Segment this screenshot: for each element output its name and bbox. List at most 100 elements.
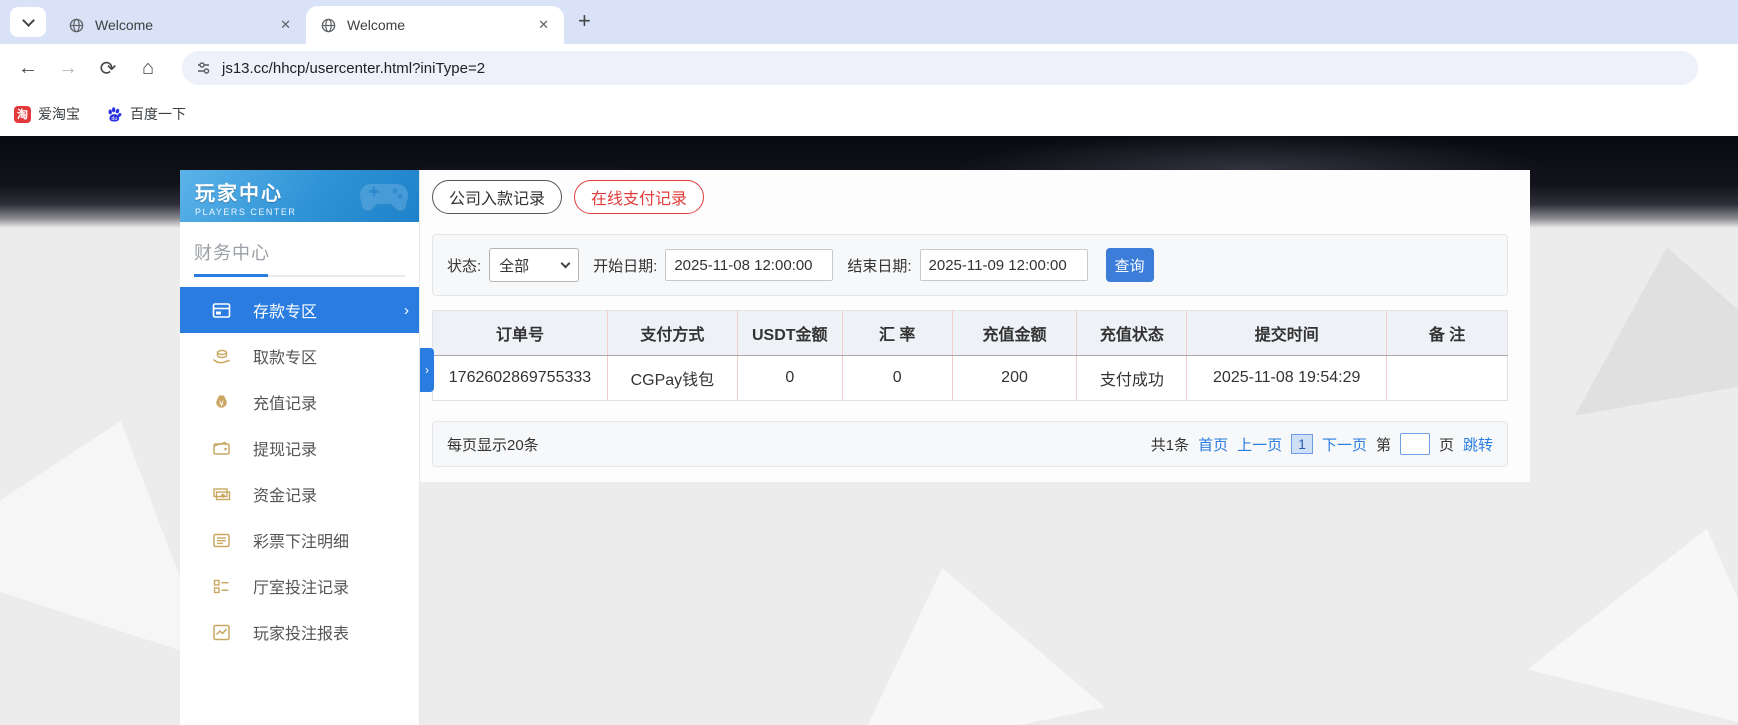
tab-close-icon[interactable]: ✕: [275, 15, 296, 35]
content-container: 玩家中心 PLAYERS CENTER 财务中心 存款专区 › 取款专区 ¥ 充…: [180, 170, 1530, 725]
chevron-right-icon: ›: [404, 301, 409, 319]
end-date-input[interactable]: [919, 249, 1088, 281]
tab-company-deposit-record[interactable]: 公司入款记录: [432, 180, 563, 214]
browser-toolbar: ← → ⟳ ⌂ js13.cc/hhcp/usercenter.html?ini…: [0, 44, 1738, 92]
funds-record-icon: [212, 485, 231, 504]
sidebar-item-label: 提现记录: [253, 442, 318, 459]
sidebar-item-deposit-zone[interactable]: 存款专区 ›: [180, 287, 419, 333]
gamepad-icon: [359, 183, 409, 211]
new-tab-button[interactable]: +: [578, 8, 591, 34]
total-count-text: 共1条: [1150, 436, 1190, 454]
tab-search-button[interactable]: [10, 7, 46, 37]
sidebar-item-player-bet-report[interactable]: 玩家投注报表: [180, 609, 419, 655]
sidebar-item-hall-bet-record[interactable]: 厅室投注记录: [180, 563, 419, 609]
site-settings-icon[interactable]: [196, 60, 212, 76]
payment-record-table: 订单号 支付方式 USDT金额 汇 率 充值金额 充值状态 提交时间 备 注 1…: [432, 310, 1508, 401]
col-submit-time: 提交时间: [1186, 310, 1388, 356]
home-button[interactable]: ⌂: [130, 50, 166, 86]
cell-submit-time: 2025-11-08 19:54:29: [1186, 355, 1388, 401]
withdrawal-record-icon: [212, 439, 231, 458]
col-remark: 备 注: [1386, 310, 1508, 356]
globe-icon: [69, 18, 84, 32]
first-page-link[interactable]: 首页: [1198, 434, 1228, 455]
bookmark-label: 百度一下: [130, 106, 186, 122]
cell-exchange-rate: 0: [842, 355, 953, 401]
start-date-input[interactable]: [665, 249, 834, 281]
browser-tab-strip: Welcome ✕ Welcome ✕ +: [0, 0, 1738, 44]
cell-payment-method: CGPay钱包: [607, 355, 738, 401]
sidebar-item-label: 充值记录: [253, 396, 318, 413]
start-date-label: 开始日期:: [593, 257, 658, 275]
sidebar-item-label: 存款专区: [253, 304, 318, 321]
browser-tab-inactive[interactable]: Welcome ✕: [54, 6, 306, 44]
col-usdt-amount: USDT金额: [737, 310, 843, 356]
table-row: 1762602869755333 CGPay钱包 0 0 200 支付成功 20…: [432, 355, 1508, 401]
search-button[interactable]: 查询: [1105, 248, 1154, 282]
next-page-link[interactable]: 下一页: [1322, 434, 1367, 455]
sidebar-item-withdrawal-record[interactable]: 提现记录: [180, 425, 419, 471]
col-recharge-amount: 充值金额: [952, 310, 1078, 356]
jump-action-link[interactable]: 跳转: [1463, 434, 1493, 455]
cell-recharge-status: 支付成功: [1076, 355, 1188, 401]
sidebar-item-lottery-bet-detail[interactable]: 彩票下注明细: [180, 517, 419, 563]
back-button[interactable]: ←: [10, 50, 46, 86]
finance-center-title: 财务中心: [194, 243, 270, 263]
bookmark-label: 爱淘宝: [38, 106, 80, 122]
forward-button[interactable]: →: [50, 50, 86, 86]
browser-tab-active[interactable]: Welcome ✕: [306, 6, 564, 44]
sidebar-menu: 存款专区 › 取款专区 ¥ 充值记录 提现记录 资金记录 彩票下注明细 厅室投注…: [180, 287, 419, 655]
status-label: 状态:: [447, 257, 482, 275]
url-text: js13.cc/hhcp/usercenter.html?iniType=2: [222, 59, 486, 77]
pagination-controls: 共1条 首页 上一页 1 下一页 第 页 跳转: [1151, 433, 1493, 455]
filter-bar: 状态: 全部 开始日期: 结束日期: 查询: [432, 234, 1508, 296]
decor-triangle: [1548, 226, 1738, 416]
url-bar[interactable]: js13.cc/hhcp/usercenter.html?iniType=2: [182, 51, 1698, 85]
deposit-icon: [212, 301, 231, 320]
chevron-right-icon: ›: [425, 363, 429, 377]
page-jump-input[interactable]: [1399, 433, 1430, 455]
chevron-down-icon: [560, 258, 571, 269]
sidebar-item-label: 厅室投注记录: [253, 580, 350, 597]
bookmarks-bar: 淘 爱淘宝 du 百度一下: [0, 92, 1738, 136]
col-exchange-rate: 汇 率: [842, 310, 953, 356]
sidebar-item-withdraw-zone[interactable]: 取款专区: [180, 333, 419, 379]
tab-title: Welcome: [347, 17, 406, 33]
svg-text:¥: ¥: [218, 399, 224, 408]
jump-prefix-text: 第: [1375, 436, 1391, 454]
bookmark-baidu[interactable]: du 百度一下: [106, 104, 186, 124]
globe-icon: [321, 18, 336, 32]
sidebar-item-label: 取款专区: [253, 350, 318, 367]
reload-button[interactable]: ⟳: [90, 50, 126, 86]
record-type-tabs: 公司入款记录 在线支付记录: [432, 180, 1508, 214]
pagination-bar: 每页显示20条 共1条 首页 上一页 1 下一页 第 页 跳转: [432, 421, 1508, 467]
decor-triangle: [1527, 494, 1738, 725]
tab-online-payment-record[interactable]: 在线支付记录: [574, 180, 705, 214]
status-select-value: 全部: [499, 257, 530, 275]
sidebar-section: 财务中心: [180, 222, 419, 277]
lottery-bet-detail-icon: [212, 531, 231, 550]
jump-suffix-text: 页: [1438, 436, 1454, 454]
status-select[interactable]: 全部: [489, 248, 580, 282]
cell-remark: [1386, 355, 1508, 401]
col-payment-method: 支付方式: [607, 310, 738, 356]
sidebar-item-label: 彩票下注明细: [253, 534, 350, 551]
taobao-icon: 淘: [14, 105, 31, 123]
hall-bet-record-icon: [212, 577, 231, 596]
sidebar-collapse-handle[interactable]: ›: [420, 348, 434, 392]
col-recharge-status: 充值状态: [1076, 310, 1188, 356]
col-order-number: 订单号: [432, 310, 608, 356]
player-bet-report-icon: [212, 623, 231, 642]
sidebar-item-recharge-record[interactable]: ¥ 充值记录: [180, 379, 419, 425]
players-center-header: 玩家中心 PLAYERS CENTER: [180, 170, 419, 222]
end-date-label: 结束日期:: [847, 257, 912, 275]
prev-page-link[interactable]: 上一页: [1237, 434, 1282, 455]
sidebar-item-label: 资金记录: [253, 488, 318, 505]
section-divider: [194, 274, 405, 277]
sidebar-item-funds-record[interactable]: 资金记录: [180, 471, 419, 517]
current-page-badge[interactable]: 1: [1291, 434, 1313, 454]
cell-order-number: 1762602869755333: [432, 355, 608, 401]
bookmark-taobao[interactable]: 淘 爱淘宝: [14, 104, 80, 124]
cell-recharge-amount: 200: [952, 355, 1078, 401]
tab-close-icon[interactable]: ✕: [533, 15, 554, 35]
tab-title: Welcome: [95, 17, 154, 33]
